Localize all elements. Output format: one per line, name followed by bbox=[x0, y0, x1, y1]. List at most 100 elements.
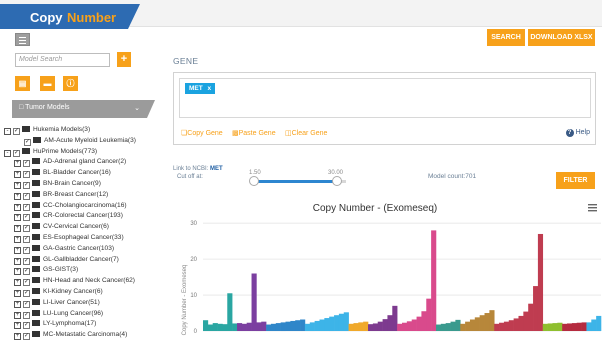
tree-item[interactable]: + ✓ CC-Cholangiocarcinoma(16) bbox=[14, 201, 127, 211]
chart-bar[interactable] bbox=[348, 323, 354, 331]
chart-bar[interactable] bbox=[547, 323, 553, 331]
chart-bar[interactable] bbox=[203, 320, 209, 331]
ncbi-gene-link[interactable]: MET bbox=[210, 166, 223, 172]
chart-bar[interactable] bbox=[309, 322, 315, 332]
slider-max-handle[interactable] bbox=[332, 176, 342, 186]
expand-icon[interactable]: + bbox=[14, 203, 21, 211]
hamburger-icon[interactable] bbox=[588, 204, 597, 212]
tree-item[interactable]: - ✓ HuPrime Models(773) bbox=[4, 147, 97, 157]
chart-bar[interactable] bbox=[319, 319, 325, 332]
tree-item[interactable]: + ✓ BR-Breast Cancer(12) bbox=[14, 190, 108, 200]
chart-bar[interactable] bbox=[402, 322, 408, 331]
checkbox-icon[interactable]: ✓ bbox=[23, 214, 30, 222]
chart-bar[interactable] bbox=[440, 323, 446, 331]
checkbox-icon[interactable]: ✓ bbox=[23, 192, 30, 200]
chart-bar[interactable] bbox=[411, 319, 417, 332]
gene-tag[interactable]: MET x bbox=[185, 83, 216, 94]
chart-bar[interactable] bbox=[368, 324, 374, 331]
checkbox-icon[interactable]: ✓ bbox=[23, 311, 30, 319]
chart-bar[interactable] bbox=[503, 321, 510, 331]
chart-bar[interactable] bbox=[338, 313, 345, 331]
chart-bar[interactable] bbox=[528, 303, 534, 331]
chart-bar[interactable] bbox=[358, 322, 364, 332]
chart-bar[interactable] bbox=[275, 323, 281, 331]
expand-icon[interactable]: + bbox=[14, 214, 21, 222]
chart-bar[interactable] bbox=[222, 324, 228, 331]
expand-icon[interactable]: + bbox=[14, 171, 21, 179]
expand-icon[interactable]: + bbox=[14, 300, 21, 308]
chart-bar[interactable] bbox=[353, 323, 359, 331]
chart-bar[interactable] bbox=[256, 322, 262, 332]
chart-bar[interactable] bbox=[586, 322, 592, 332]
checkbox-icon[interactable]: ✓ bbox=[23, 160, 30, 168]
chart-bar[interactable] bbox=[304, 323, 311, 331]
chart-bar[interactable] bbox=[295, 320, 301, 331]
chart-bar[interactable] bbox=[251, 273, 257, 332]
expand-icon[interactable]: + bbox=[14, 246, 21, 254]
tree-item[interactable]: + ✓ ES-Esophageal Cancer(33) bbox=[14, 233, 124, 243]
chart-bar[interactable] bbox=[290, 320, 296, 331]
chart-bar[interactable] bbox=[581, 322, 587, 332]
chart-bar[interactable] bbox=[261, 321, 267, 331]
chart-bar[interactable] bbox=[241, 323, 247, 331]
chart-bar[interactable] bbox=[314, 320, 320, 331]
help-button[interactable]: ? Help bbox=[565, 129, 590, 137]
chart-bar[interactable] bbox=[445, 323, 451, 331]
chart-bar[interactable] bbox=[392, 305, 398, 331]
tree-item[interactable]: + ✓ AD-Adrenal gland Cancer(2) bbox=[14, 157, 126, 168]
chart-bar[interactable] bbox=[479, 315, 485, 331]
chart-bar[interactable] bbox=[343, 312, 349, 331]
chart-bar[interactable] bbox=[266, 324, 272, 331]
tree-item[interactable]: + ✓ LY-Lymphoma(17) bbox=[14, 319, 96, 330]
app-logo[interactable]: Copy Number bbox=[0, 4, 140, 29]
clear-gene-button[interactable]: ◫Clear Gene bbox=[285, 129, 327, 137]
tree-item[interactable]: + ✓ GS-GIST(3) bbox=[14, 265, 78, 276]
tree-item[interactable]: + ✓ GA-Gastric Cancer(103) bbox=[14, 244, 114, 254]
chart-bar[interactable] bbox=[499, 322, 505, 331]
tree-item[interactable]: - ✓ Hukemia Models(3) bbox=[4, 125, 90, 135]
chart-bar[interactable] bbox=[246, 322, 252, 331]
expand-icon[interactable]: + bbox=[14, 290, 21, 297]
download-xlsx-button[interactable]: DOWNLOAD XLSX bbox=[528, 29, 595, 46]
chart-bar[interactable] bbox=[270, 323, 277, 331]
checkbox-icon[interactable]: ✓ bbox=[23, 333, 30, 341]
chart-bar[interactable] bbox=[465, 321, 471, 331]
chart-bar[interactable] bbox=[460, 323, 466, 331]
checkbox-icon[interactable]: ✓ bbox=[13, 128, 20, 135]
document-icon[interactable]: ▬ bbox=[40, 76, 55, 91]
checkbox-icon[interactable]: ✓ bbox=[23, 268, 30, 276]
chart-bar[interactable] bbox=[576, 322, 582, 331]
checkbox-icon[interactable]: ✓ bbox=[23, 225, 30, 233]
chart-bar[interactable] bbox=[416, 316, 422, 332]
chart-bar[interactable] bbox=[387, 315, 393, 331]
checkbox-icon[interactable]: ✓ bbox=[23, 290, 30, 297]
search-button[interactable]: SEARCH bbox=[487, 29, 525, 46]
chart-bar[interactable] bbox=[300, 319, 306, 332]
expand-icon[interactable]: + bbox=[14, 192, 21, 200]
chart-bar[interactable] bbox=[227, 293, 233, 331]
chart-bar[interactable] bbox=[596, 315, 602, 331]
chart-bar[interactable] bbox=[537, 233, 544, 331]
tumor-models-header[interactable]: □ Tumor Models ⌄ bbox=[12, 100, 155, 118]
tree-item[interactable]: + ✓ HN-Head and Neck Cancer(62) bbox=[14, 276, 135, 287]
add-model-button[interactable]: + bbox=[117, 52, 131, 67]
expand-icon[interactable]: + bbox=[14, 236, 21, 243]
chart-bar[interactable] bbox=[455, 319, 461, 331]
slider-min-handle[interactable] bbox=[249, 176, 259, 186]
chart-bar[interactable] bbox=[571, 323, 578, 331]
expand-icon[interactable]: + bbox=[14, 160, 21, 168]
chart-bar[interactable] bbox=[406, 321, 412, 331]
chart-bar[interactable] bbox=[552, 323, 558, 331]
expand-icon[interactable]: + bbox=[14, 257, 21, 265]
chart-bar[interactable] bbox=[334, 315, 340, 331]
info-icon[interactable]: ⓘ bbox=[63, 76, 78, 91]
chart-bar[interactable] bbox=[542, 323, 548, 331]
chart-bar[interactable] bbox=[557, 322, 563, 331]
expand-icon[interactable]: + bbox=[14, 182, 21, 189]
chart-bar[interactable] bbox=[431, 230, 437, 332]
tree-item[interactable]: + ✓ GL-Gallbladder Cancer(7) bbox=[14, 255, 119, 265]
checkbox-icon[interactable]: ✓ bbox=[24, 138, 31, 146]
chart-bar[interactable] bbox=[426, 298, 432, 331]
close-icon[interactable]: x bbox=[208, 85, 212, 92]
chart-bar[interactable] bbox=[435, 324, 442, 331]
